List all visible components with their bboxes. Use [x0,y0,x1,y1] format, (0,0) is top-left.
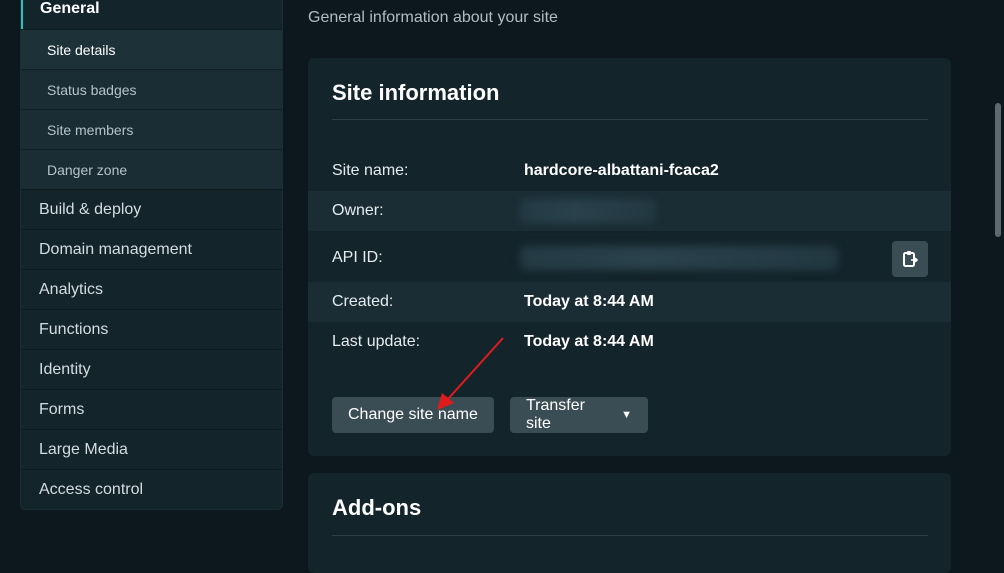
annotation-arrow-icon [437,337,504,410]
scrollbar[interactable] [992,0,1004,543]
scrollbar-thumb[interactable] [995,103,1001,237]
